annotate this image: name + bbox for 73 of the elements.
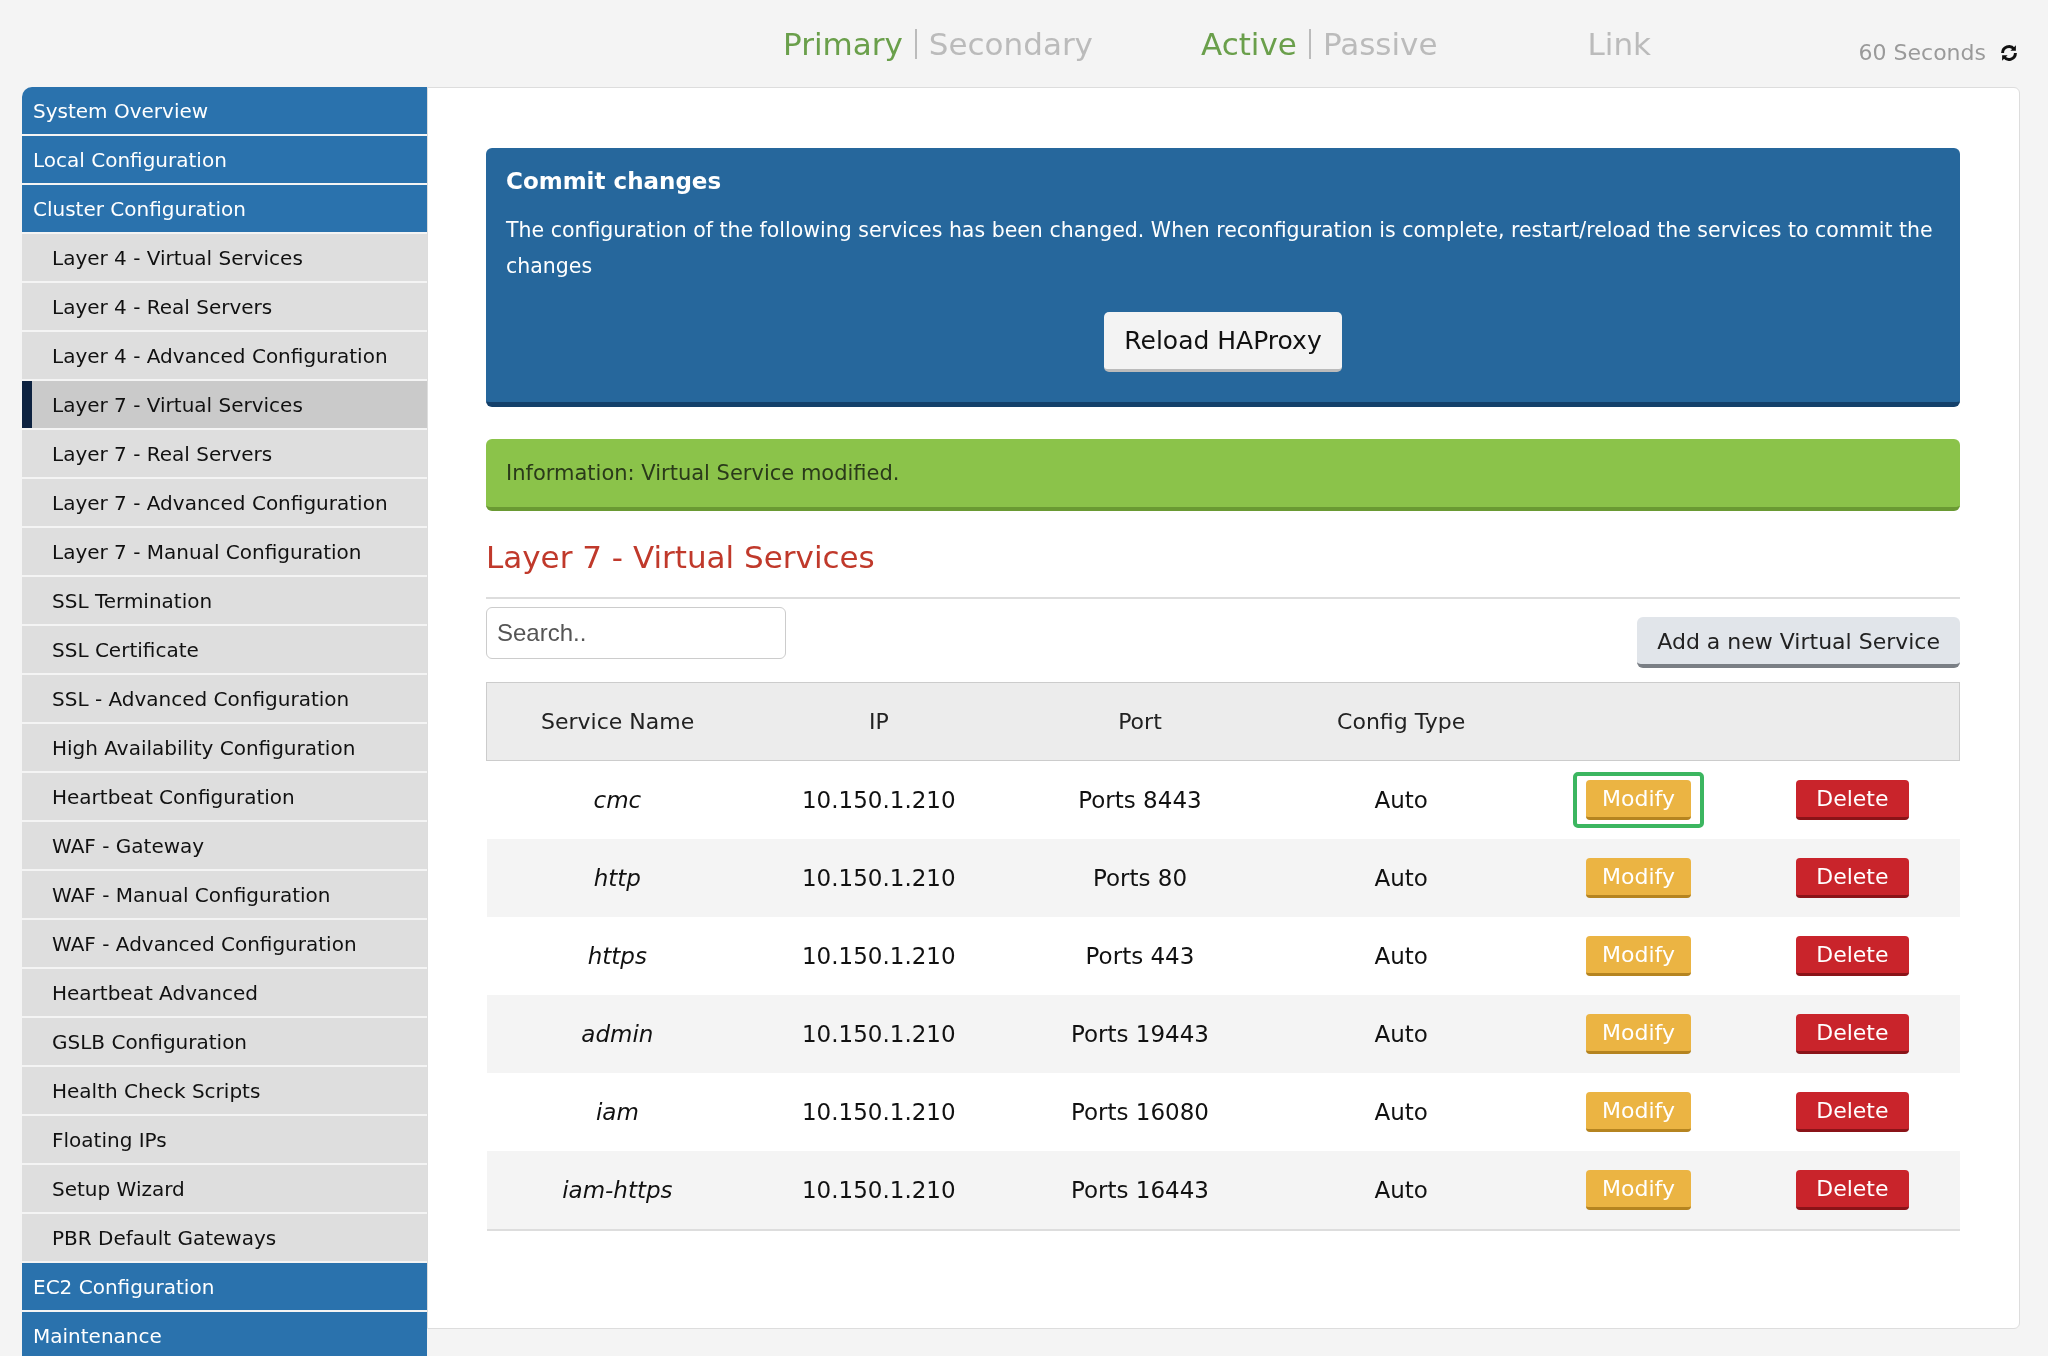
- ip-cell: 10.150.1.210: [748, 1151, 1010, 1230]
- sidebar-item[interactable]: SSL Certificate: [22, 626, 427, 673]
- sidebar-item[interactable]: SSL - Advanced Configuration: [22, 675, 427, 722]
- column-header: IP: [748, 682, 1010, 761]
- info-message: Information: Virtual Service modified.: [486, 439, 1960, 511]
- column-header: Service Name: [486, 682, 749, 761]
- sidebar-item[interactable]: PBR Default Gateways: [22, 1214, 427, 1261]
- sidebar-item[interactable]: High Availability Configuration: [22, 724, 427, 771]
- sidebar-item[interactable]: Layer 7 - Manual Configuration: [22, 528, 427, 575]
- sidebar-item[interactable]: GSLB Configuration: [22, 1018, 427, 1065]
- delete-button[interactable]: Delete: [1796, 1170, 1909, 1210]
- sidebar-item[interactable]: Layer 7 - Virtual Services: [22, 381, 427, 428]
- sidebar-item[interactable]: EC2 Configuration: [22, 1263, 427, 1310]
- column-header: Config Type: [1270, 682, 1532, 761]
- sidebar-item[interactable]: Cluster Configuration: [22, 185, 427, 232]
- sidebar-item[interactable]: WAF - Advanced Configuration: [22, 920, 427, 967]
- sidebar-item[interactable]: WAF - Manual Configuration: [22, 871, 427, 918]
- port-cell: Ports 80: [1009, 839, 1271, 917]
- status-label: Passive: [1322, 25, 1438, 62]
- port-cell: Ports 16443: [1009, 1151, 1271, 1230]
- sidebar-item[interactable]: Layer 7 - Real Servers: [22, 430, 427, 477]
- service-name: admin: [486, 995, 749, 1073]
- config-type-cell: Auto: [1270, 1151, 1532, 1230]
- config-type-cell: Auto: [1270, 839, 1532, 917]
- port-cell: Ports 16080: [1009, 1073, 1271, 1151]
- reload-button[interactable]: Reload HAProxy: [1104, 312, 1342, 372]
- service-name: iam-https: [486, 1151, 749, 1230]
- sidebar-item[interactable]: Layer 4 - Advanced Configuration: [22, 332, 427, 379]
- port-cell: Ports 19443: [1009, 995, 1271, 1073]
- delete-button[interactable]: Delete: [1796, 780, 1909, 820]
- config-type-cell: Auto: [1270, 917, 1532, 995]
- status-label: Secondary: [928, 25, 1093, 62]
- port-cell: Ports 8443: [1009, 760, 1271, 839]
- refresh-interval: 60 Seconds: [1858, 40, 1986, 65]
- delete-button[interactable]: Delete: [1796, 1014, 1909, 1054]
- status-label: Link: [1587, 25, 1651, 62]
- service-name: https: [486, 917, 749, 995]
- sidebar-item[interactable]: Floating IPs: [22, 1116, 427, 1163]
- status-label: Active: [1201, 25, 1297, 62]
- sidebar-item[interactable]: SSL Termination: [22, 577, 427, 624]
- status-label: Primary: [783, 25, 903, 62]
- delete-button[interactable]: Delete: [1796, 1092, 1909, 1132]
- commit-message: The configuration of the following services has been changed. When reconfiguration is complete, restart/reload the services to commit the changes: [506, 217, 1934, 280]
- sidebar-item[interactable]: Health Check Scripts: [22, 1067, 427, 1114]
- sidebar-item[interactable]: Heartbeat Configuration: [22, 773, 427, 820]
- config-type-cell: Auto: [1270, 1073, 1532, 1151]
- ip-cell: 10.150.1.210: [748, 839, 1010, 917]
- sidebar-item[interactable]: System Overview: [22, 87, 427, 134]
- ip-cell: 10.150.1.210: [748, 917, 1010, 995]
- ip-cell: 10.150.1.210: [748, 760, 1010, 839]
- sidebar-item[interactable]: Heartbeat Advanced: [22, 969, 427, 1016]
- config-type-cell: Auto: [1270, 995, 1532, 1073]
- column-header: Port: [1009, 682, 1271, 761]
- page-heading: Layer 7 - Virtual Services: [486, 539, 1960, 599]
- ip-cell: 10.150.1.210: [748, 995, 1010, 1073]
- service-name: cmc: [486, 760, 749, 839]
- service-name: iam: [486, 1073, 749, 1151]
- sidebar-item[interactable]: Layer 7 - Advanced Configuration: [22, 479, 427, 526]
- delete-button[interactable]: Delete: [1796, 936, 1909, 976]
- ip-cell: 10.150.1.210: [748, 1073, 1010, 1151]
- sidebar-item[interactable]: Layer 4 - Virtual Services: [22, 234, 427, 281]
- commit-title: Commit changes: [506, 168, 723, 194]
- search-field[interactable]: Search..: [486, 607, 786, 659]
- delete-button[interactable]: Delete: [1796, 858, 1909, 898]
- sidebar-item[interactable]: Local Configuration: [22, 136, 427, 183]
- sidebar-item[interactable]: Maintenance: [22, 1312, 427, 1356]
- config-type-cell: Auto: [1270, 760, 1532, 839]
- sidebar-item[interactable]: Setup Wizard: [22, 1165, 427, 1212]
- service-name: http: [486, 839, 749, 917]
- port-cell: Ports 443: [1009, 917, 1271, 995]
- sidebar-item[interactable]: Layer 4 - Real Servers: [22, 283, 427, 330]
- sidebar-item[interactable]: WAF - Gateway: [22, 822, 427, 869]
- add-service-button[interactable]: Add a new Virtual Service: [1637, 617, 1960, 668]
